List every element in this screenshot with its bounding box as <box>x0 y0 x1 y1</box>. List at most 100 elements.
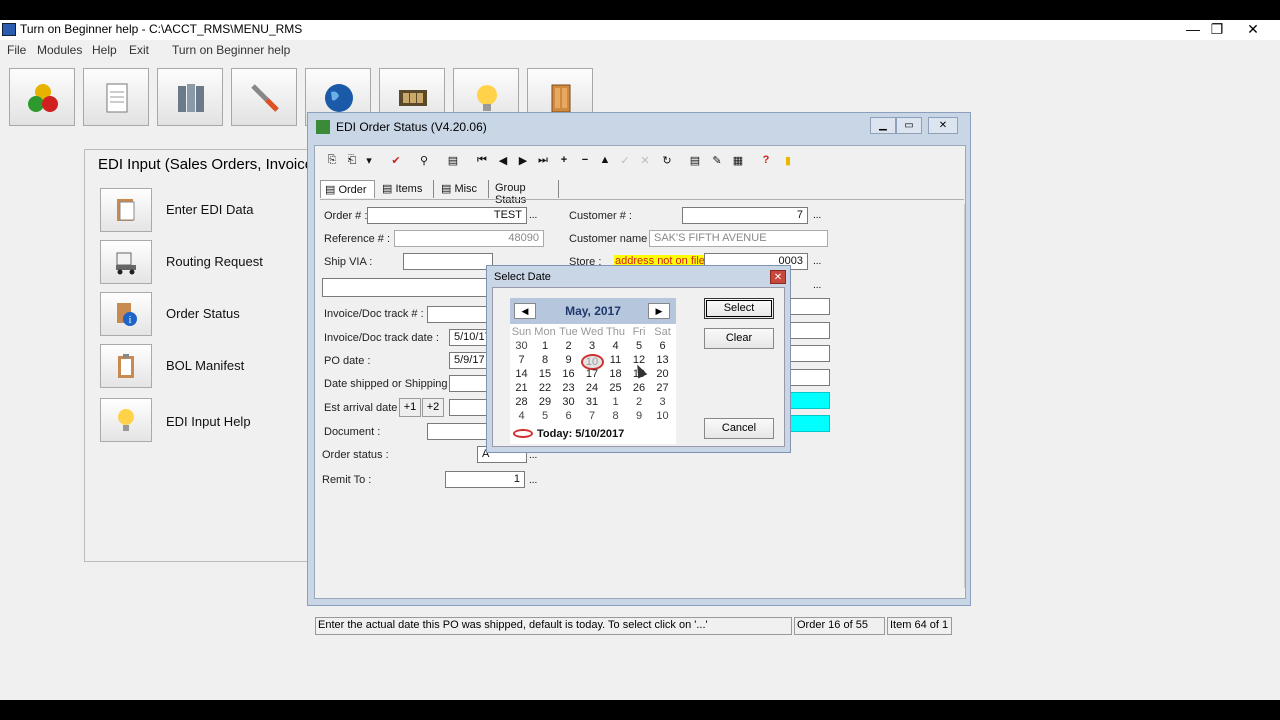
menu-modules[interactable]: Modules <box>37 43 82 57</box>
keyboard-icon[interactable]: ▦ <box>729 154 747 167</box>
calendar-day[interactable]: 30 <box>557 396 580 408</box>
restore-button[interactable]: ❐ <box>1200 20 1234 39</box>
dropdown-icon[interactable]: ▾ <box>360 154 378 167</box>
report-icon[interactable]: ▤ <box>444 154 462 167</box>
ship-via-field[interactable] <box>403 253 493 270</box>
today-link[interactable]: Today: 5/10/2017 <box>513 428 624 440</box>
last-record-icon[interactable]: ⏭ <box>534 154 552 167</box>
date-shipped-field[interactable] <box>449 375 489 392</box>
ship-via-description-field[interactable] <box>322 278 492 297</box>
calendar-day[interactable]: 21 <box>510 382 533 394</box>
edit-note-icon[interactable]: ✎ <box>708 154 726 167</box>
routing-request-label[interactable]: Routing Request <box>166 254 263 269</box>
calendar-day[interactable]: 3 <box>581 340 604 352</box>
extra-lookup[interactable]: ... <box>813 280 821 291</box>
calendar-day[interactable]: 22 <box>534 382 557 394</box>
calendar-day[interactable]: 23 <box>557 382 580 394</box>
next-record-icon[interactable]: ▶ <box>514 154 532 167</box>
calendar-day[interactable]: 16 <box>557 368 580 380</box>
right-cyan-field-2[interactable] <box>790 415 830 432</box>
calendar-day[interactable]: 14 <box>510 368 533 380</box>
calendar-day[interactable]: 27 <box>651 382 674 394</box>
calendar-day[interactable]: 5 <box>628 340 651 352</box>
help-icon[interactable]: ? <box>757 154 775 166</box>
bol-manifest-button[interactable] <box>100 344 152 388</box>
calendar-day[interactable]: 2 <box>557 340 580 352</box>
select-button[interactable]: Select <box>704 298 774 319</box>
tab-order[interactable]: ▤ Order <box>320 180 375 198</box>
bol-manifest-label[interactable]: BOL Manifest <box>166 358 244 373</box>
calendar-day[interactable]: 8 <box>604 410 627 422</box>
dialog-close-button[interactable]: ✕ <box>770 270 786 284</box>
customer-no-field[interactable]: 7 <box>682 207 808 224</box>
cancel-button[interactable]: Cancel <box>704 418 774 439</box>
document-button[interactable] <box>83 68 149 126</box>
calendar-day[interactable]: 9 <box>628 410 651 422</box>
previous-record-icon[interactable]: ◀ <box>494 154 512 167</box>
modules-button[interactable] <box>9 68 75 126</box>
delete-record-icon[interactable]: − <box>576 154 594 166</box>
right-field-1[interactable] <box>790 298 830 315</box>
edi-input-help-label[interactable]: EDI Input Help <box>166 414 251 429</box>
calendar-day[interactable]: 24 <box>581 382 604 394</box>
calendar-day[interactable]: 1 <box>534 340 557 352</box>
exit-icon[interactable]: ▮ <box>779 154 797 167</box>
calendar-day[interactable]: 7 <box>581 410 604 422</box>
calendar-day[interactable]: 13 <box>651 354 674 366</box>
calendar-day[interactable]: 9 <box>557 354 580 366</box>
plus-two-days-button[interactable]: +2 <box>422 398 444 417</box>
next-month-button[interactable]: ▶ <box>648 303 670 319</box>
plus-one-day-button[interactable]: +1 <box>399 398 421 417</box>
menu-help[interactable]: Help <box>92 43 117 57</box>
print-icon[interactable]: ▤ <box>686 154 704 167</box>
right-cyan-field-1[interactable] <box>790 392 830 409</box>
checkmark-icon[interactable]: ✔ <box>387 154 405 167</box>
refresh-icon[interactable]: ↻ <box>658 154 676 167</box>
edi-minimize-button[interactable]: ▁ <box>870 117 896 134</box>
calendar-day[interactable]: 30 <box>510 340 533 352</box>
close-button[interactable]: ✕ <box>1236 20 1270 39</box>
calendar-day[interactable]: 4 <box>604 340 627 352</box>
right-field-3[interactable] <box>790 345 830 362</box>
calendar-day[interactable]: 31 <box>581 396 604 408</box>
routing-request-button[interactable] <box>100 240 152 284</box>
reference-no-field[interactable]: 48090 <box>394 230 544 247</box>
edi-input-help-button[interactable] <box>100 398 152 442</box>
customer-no-lookup[interactable]: ... <box>813 210 821 221</box>
server-button[interactable] <box>157 68 223 126</box>
calendar-day[interactable]: 8 <box>534 354 557 366</box>
menu-exit[interactable]: Exit <box>129 43 149 57</box>
calendar-day[interactable]: 17 <box>581 368 604 380</box>
enter-edi-data-button[interactable] <box>100 188 152 232</box>
edi-maximize-button[interactable]: ▭ <box>896 117 922 134</box>
right-field-2[interactable] <box>790 322 830 339</box>
order-no-lookup[interactable]: ... <box>529 210 537 221</box>
est-arrival-field[interactable] <box>449 399 489 416</box>
calendar-day[interactable]: 7 <box>510 354 533 366</box>
order-status-button[interactable]: i <box>100 292 152 336</box>
remit-to-lookup[interactable]: ... <box>529 475 537 486</box>
enter-edi-data-label[interactable]: Enter EDI Data <box>166 202 253 217</box>
calendar-day[interactable]: 2 <box>628 396 651 408</box>
invoice-track-date-field[interactable]: 5/10/17 <box>449 329 489 346</box>
po-date-field[interactable]: 5/9/17 <box>449 352 489 369</box>
calendar-day[interactable]: 18 <box>604 368 627 380</box>
tab-items[interactable]: ▤ Items <box>378 180 434 198</box>
clear-button[interactable]: Clear <box>704 328 774 349</box>
invoice-track-no-field[interactable] <box>427 306 487 323</box>
calendar-day[interactable]: 3 <box>651 396 674 408</box>
calendar-day[interactable]: 4 <box>510 410 533 422</box>
edit-record-icon[interactable]: ▲ <box>596 154 614 166</box>
order-no-field[interactable]: TEST <box>367 207 527 224</box>
calendar-day[interactable]: 25 <box>604 382 627 394</box>
calendar-day[interactable]: 29 <box>534 396 557 408</box>
binoculars-icon[interactable]: ⚲ <box>415 154 433 167</box>
calendar-day[interactable]: 6 <box>651 340 674 352</box>
calendar-day[interactable]: 11 <box>604 354 627 366</box>
tools-button[interactable] <box>231 68 297 126</box>
paste-icon[interactable]: ⎗ <box>343 154 361 167</box>
first-record-icon[interactable]: ⏮ <box>473 154 491 167</box>
copy-icon[interactable]: ⎘ <box>323 154 341 167</box>
right-field-4[interactable] <box>790 369 830 386</box>
calendar-day[interactable]: 1 <box>604 396 627 408</box>
